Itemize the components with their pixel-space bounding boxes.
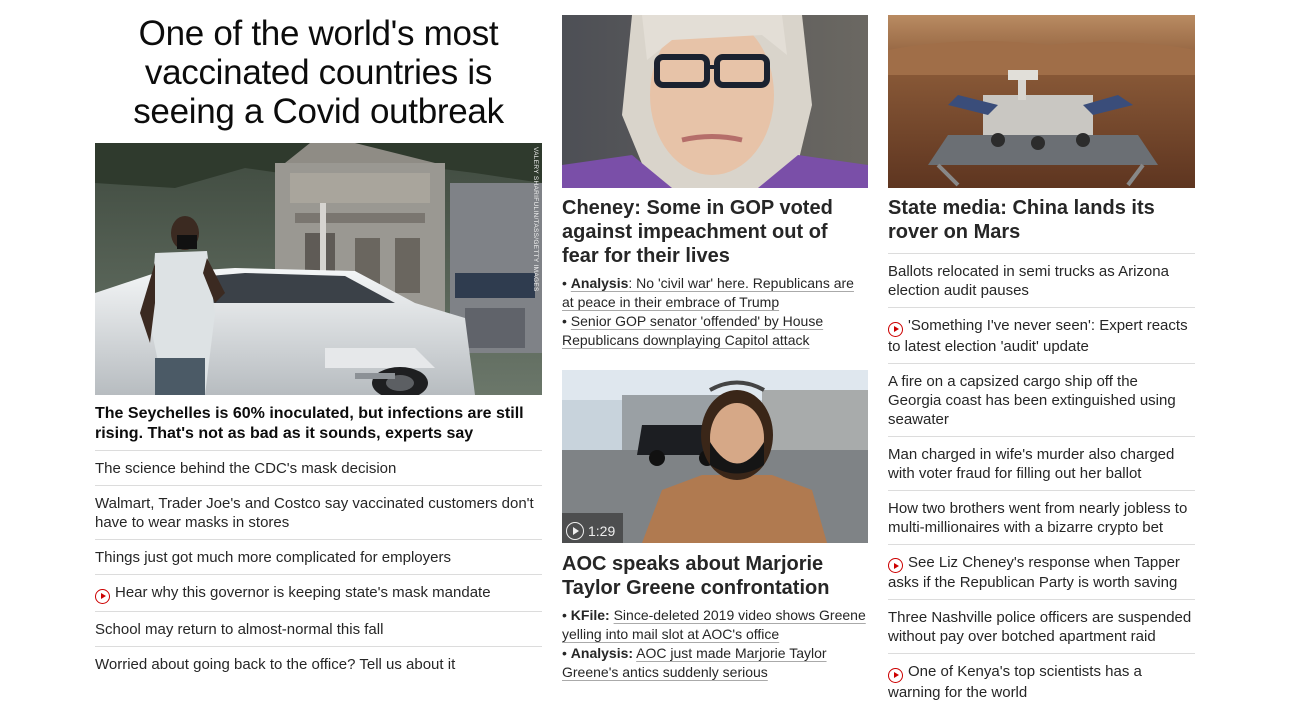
story-headline[interactable]: State media: China lands its rover on Ma…: [888, 196, 1195, 244]
seychelles-temple-photo: [95, 143, 542, 395]
video-play-icon: [95, 588, 110, 604]
right-column: State media: China lands its rover on Ma…: [888, 15, 1195, 709]
list-item[interactable]: Things just got much more complicated fo…: [95, 540, 542, 575]
list-item[interactable]: Man charged in wife's murder also charge…: [888, 437, 1195, 491]
sub-link[interactable]: • Senior GOP senator 'offended' by House…: [562, 312, 868, 350]
mars-rover-image[interactable]: [888, 15, 1195, 188]
photo-credit: VALERY SHARIFULIN/TASS/GETTY IMAGES: [532, 147, 539, 292]
list-item-link[interactable]: Ballots relocated in semi trucks as Ariz…: [888, 263, 1169, 299]
list-item-link[interactable]: How two brothers went from nearly jobles…: [888, 500, 1187, 536]
sub-link-text[interactable]: Analysis: No 'civil war' here. Republica…: [562, 275, 854, 310]
related-links-list: The science behind the CDC's mask decisi…: [95, 450, 542, 681]
aoc-video-thumbnail[interactable]: 1:29: [562, 370, 868, 543]
sub-link-prefix: Analysis: [570, 275, 629, 291]
list-item-link[interactable]: Worried about going back to the office? …: [95, 656, 455, 673]
middle-column: Cheney: Some in GOP voted against impeac…: [562, 15, 868, 682]
video-play-icon: [888, 558, 903, 573]
sub-link[interactable]: • Analysis: AOC just made Marjorie Taylo…: [562, 644, 868, 682]
list-item[interactable]: The science behind the CDC's mask decisi…: [95, 451, 542, 486]
list-item[interactable]: Worried about going back to the office? …: [95, 647, 542, 681]
list-item-link[interactable]: See Liz Cheney's response when Tapper as…: [888, 554, 1180, 592]
list-item-link[interactable]: Things just got much more complicated fo…: [95, 549, 451, 566]
list-item-link[interactable]: The science behind the CDC's mask decisi…: [95, 460, 396, 477]
play-icon: [566, 521, 584, 540]
video-duration: 1:29: [588, 522, 616, 539]
cheney-image[interactable]: [562, 15, 868, 188]
list-item-link[interactable]: Walmart, Trader Joe's and Costco say vac…: [95, 495, 534, 531]
sub-link-prefix: Analysis:: [570, 645, 634, 661]
list-item[interactable]: 'Something I've never seen': Expert reac…: [888, 308, 1195, 364]
mars-rover-photo: [888, 15, 1195, 188]
sub-link[interactable]: • Analysis: No 'civil war' here. Republi…: [562, 274, 868, 312]
list-item[interactable]: Walmart, Trader Joe's and Costco say vac…: [95, 486, 542, 540]
lead-story-column: One of the world's most vaccinated count…: [95, 14, 542, 681]
list-item-link[interactable]: Three Nashville police officers are susp…: [888, 609, 1191, 645]
sub-link-prefix: KFile:: [570, 607, 610, 623]
sub-link[interactable]: • KFile: Since-deleted 2019 video shows …: [562, 606, 868, 644]
lead-headline[interactable]: One of the world's most vaccinated count…: [95, 14, 542, 131]
list-item-link[interactable]: A fire on a capsized cargo ship off the …: [888, 373, 1176, 428]
video-play-icon: [888, 321, 903, 337]
list-item[interactable]: See Liz Cheney's response when Tapper as…: [888, 545, 1195, 600]
list-item[interactable]: One of Kenya's top scientists has a warn…: [888, 654, 1195, 709]
lead-summary-link[interactable]: The Seychelles is 60% inoculated, but in…: [95, 404, 542, 444]
sub-link-text[interactable]: Senior GOP senator 'offended' by House R…: [562, 313, 823, 348]
lead-hero-image[interactable]: VALERY SHARIFULIN/TASS/GETTY IMAGES: [95, 143, 542, 395]
right-links-list: Ballots relocated in semi trucks as Ariz…: [888, 253, 1195, 709]
story-headline[interactable]: AOC speaks about Marjorie Taylor Greene …: [562, 552, 868, 600]
list-item-link[interactable]: Man charged in wife's murder also charge…: [888, 446, 1174, 482]
list-item-link[interactable]: One of Kenya's top scientists has a warn…: [888, 663, 1142, 701]
video-play-icon: [888, 667, 903, 683]
list-item[interactable]: A fire on a capsized cargo ship off the …: [888, 364, 1195, 437]
list-item-link[interactable]: Hear why this governor is keeping state'…: [115, 584, 491, 601]
video-duration-badge: 1:29: [562, 513, 624, 543]
list-item[interactable]: Ballots relocated in semi trucks as Ariz…: [888, 254, 1195, 308]
cheney-photo: [562, 15, 868, 188]
story-headline[interactable]: Cheney: Some in GOP voted against impeac…: [562, 196, 868, 268]
list-item[interactable]: School may return to almost-normal this …: [95, 612, 542, 647]
list-item-link[interactable]: School may return to almost-normal this …: [95, 621, 383, 638]
list-item[interactable]: How two brothers went from nearly jobles…: [888, 491, 1195, 545]
list-item[interactable]: Three Nashville police officers are susp…: [888, 600, 1195, 654]
list-item[interactable]: Hear why this governor is keeping state'…: [95, 575, 542, 612]
list-item-link[interactable]: 'Something I've never seen': Expert reac…: [888, 317, 1188, 355]
